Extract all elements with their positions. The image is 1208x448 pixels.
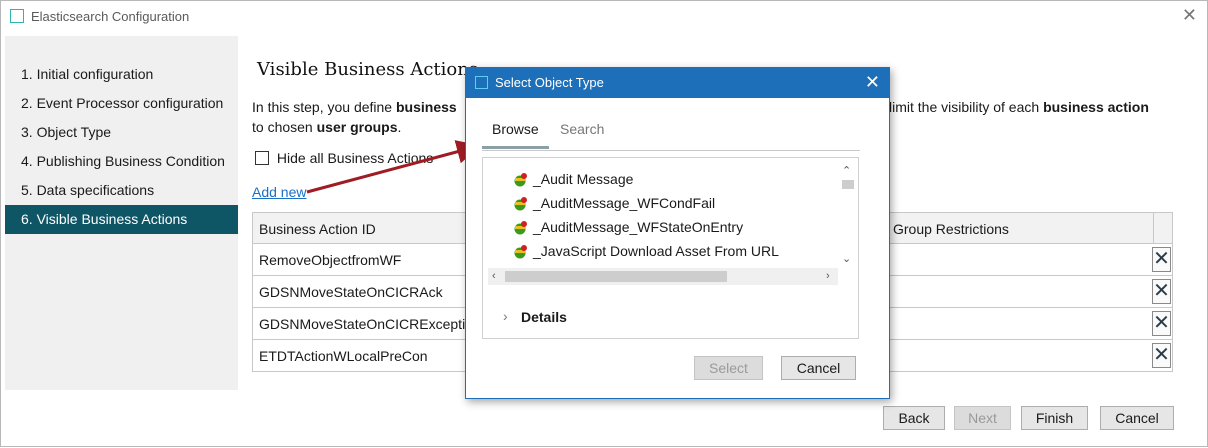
tab-divider <box>482 150 860 151</box>
object-type-icon <box>514 173 527 187</box>
step-publishing-business-condition[interactable]: 4. Publishing Business Condition <box>5 147 238 176</box>
business-action-id-cell: GDSNMoveStateOnCICRExceptio <box>259 316 473 332</box>
tab-browse[interactable]: Browse <box>492 121 539 137</box>
details-expander[interactable]: Details <box>521 309 567 325</box>
tree-item[interactable]: _JavaScript Download Asset From URL <box>512 243 779 263</box>
column-header-business-action-id[interactable]: Business Action ID <box>259 221 376 237</box>
tree-item-label: _AuditMessage_WFStateOnEntry <box>533 219 744 235</box>
steps-sidebar: 1. Initial configuration 2. Event Proces… <box>5 36 238 390</box>
business-action-id-cell: ETDTActionWLocalPreCon <box>259 348 428 364</box>
description-line-2: to chosen user groups. <box>252 119 402 135</box>
next-button[interactable]: Next <box>954 406 1011 430</box>
page-title: Visible Business Actions <box>257 59 479 80</box>
horizontal-scroll-thumb[interactable] <box>505 271 727 282</box>
hide-all-label: Hide all Business Actions <box>276 150 434 166</box>
delete-icon[interactable]: ✕ <box>1152 247 1171 272</box>
cancel-button[interactable]: Cancel <box>1100 406 1174 430</box>
dialog-cancel-button[interactable]: Cancel <box>781 356 856 380</box>
step-initial-configuration[interactable]: 1. Initial configuration <box>5 60 238 89</box>
description-line-1: In this step, you define business limit … <box>252 99 1149 115</box>
object-type-icon <box>514 245 527 259</box>
tree-item-label: _JavaScript Download Asset From URL <box>533 243 779 259</box>
column-header-group-restrictions[interactable]: Group Restrictions <box>893 221 1009 237</box>
delete-icon[interactable]: ✕ <box>1152 343 1171 368</box>
chevron-right-icon[interactable]: › <box>503 308 508 324</box>
step-visible-business-actions[interactable]: 6. Visible Business Actions <box>5 205 238 234</box>
step-data-specifications[interactable]: 5. Data specifications <box>5 176 238 205</box>
close-icon[interactable]: ✕ <box>865 71 880 93</box>
object-type-icon <box>514 221 527 235</box>
back-button[interactable]: Back <box>883 406 945 430</box>
tree-item[interactable]: _AuditMessage_WFStateOnEntry <box>512 219 743 239</box>
close-icon[interactable]: ✕ <box>1182 5 1197 25</box>
vertical-scrollbar[interactable]: ⌃ ⌄ <box>838 162 855 270</box>
tree-item-label: _Audit Message <box>533 171 634 187</box>
tree-item[interactable]: _AuditMessage_WFCondFail <box>512 195 715 215</box>
title-bar: Elasticsearch Configuration ✕ <box>1 1 1207 33</box>
dialog-app-icon <box>475 76 488 89</box>
delete-icon[interactable]: ✕ <box>1152 279 1171 304</box>
add-new-link[interactable]: Add new <box>252 184 306 200</box>
scroll-down-arrow-icon[interactable]: ⌄ <box>842 252 851 266</box>
delete-icon[interactable]: ✕ <box>1152 311 1171 336</box>
tree-item[interactable]: _Audit Message <box>512 171 633 191</box>
app-icon <box>10 9 24 23</box>
dialog-title: Select Object Type <box>495 75 604 90</box>
scroll-right-arrow-icon[interactable]: › <box>826 269 830 283</box>
object-type-browser: _Audit Message _AuditMessage_WFCondFail … <box>482 157 859 339</box>
select-button[interactable]: Select <box>694 356 763 380</box>
scroll-up-arrow-icon[interactable]: ⌃ <box>842 164 851 178</box>
horizontal-scrollbar[interactable]: ‹ › <box>488 268 838 285</box>
dialog-title-bar: Select Object Type ✕ <box>466 68 889 98</box>
hide-all-business-actions[interactable]: Hide all Business Actions <box>255 150 433 166</box>
window-title: Elasticsearch Configuration <box>31 9 190 24</box>
tab-search[interactable]: Search <box>560 121 604 137</box>
tree-item-label: _AuditMessage_WFCondFail <box>533 195 716 211</box>
object-type-icon <box>514 197 527 211</box>
business-action-id-cell: RemoveObjectfromWF <box>259 252 402 268</box>
active-tab-indicator <box>482 146 549 149</box>
finish-button[interactable]: Finish <box>1021 406 1088 430</box>
step-object-type[interactable]: 3. Object Type <box>5 118 238 147</box>
step-event-processor-configuration[interactable]: 2. Event Processor configuration <box>5 89 238 118</box>
vertical-scroll-thumb[interactable] <box>842 180 854 189</box>
scroll-left-arrow-icon[interactable]: ‹ <box>492 269 496 283</box>
hide-all-checkbox[interactable] <box>255 151 269 165</box>
select-object-type-dialog: Select Object Type ✕ Browse Search _Audi… <box>465 67 890 399</box>
column-divider <box>1153 213 1154 243</box>
business-action-id-cell: GDSNMoveStateOnCICRAck <box>259 284 443 300</box>
